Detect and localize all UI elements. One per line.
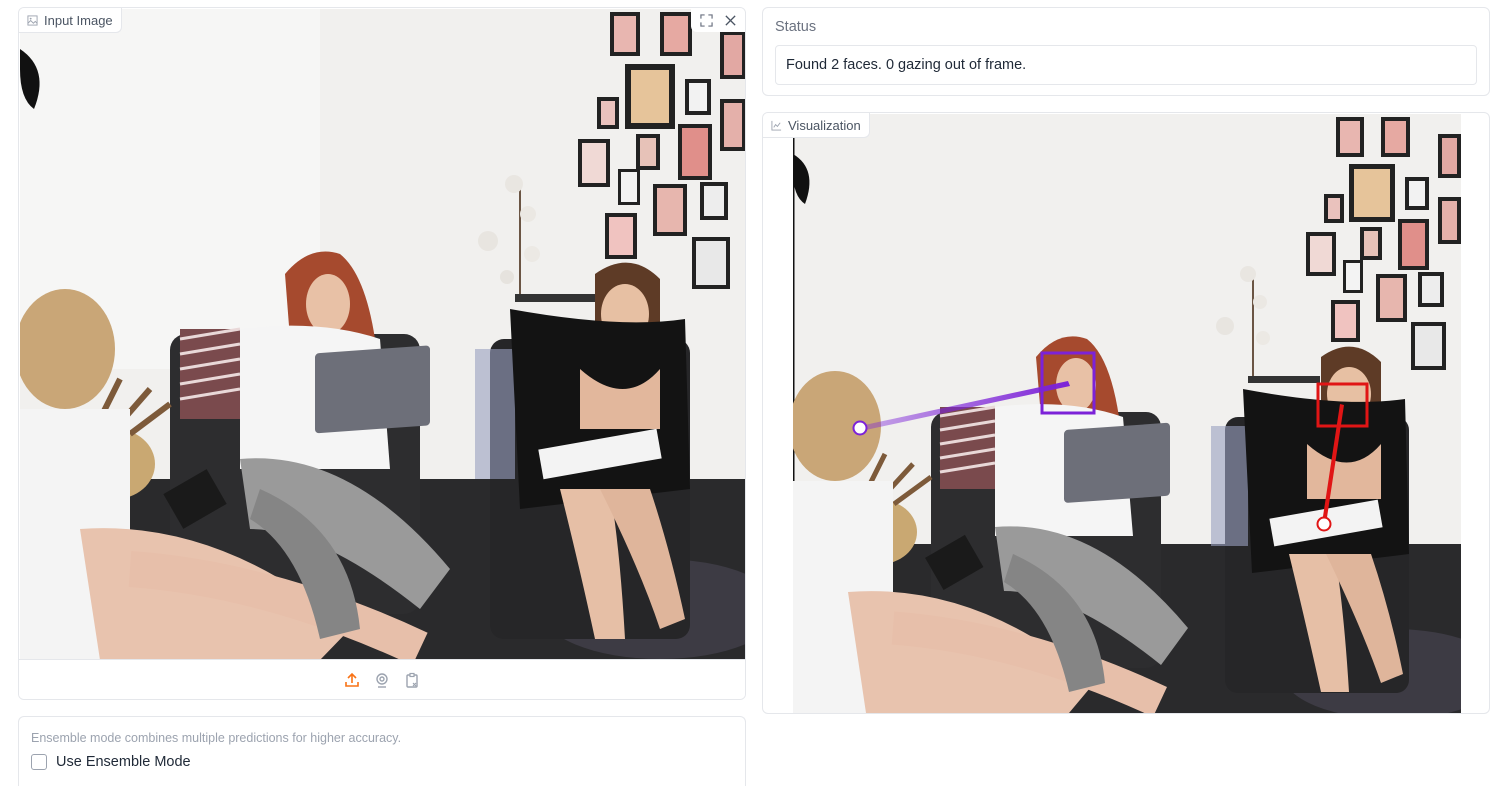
image-toolbar [691,8,745,32]
visualization-photo [793,114,1461,713]
close-icon [724,14,736,26]
status-title: Status [775,19,817,35]
visualization-panel: Visualization [762,112,1490,714]
ensemble-mode-checkbox[interactable] [31,754,47,770]
fullscreen-button[interactable] [695,9,717,31]
clear-image-button[interactable] [719,9,741,31]
input-image-label: Input Image [19,8,122,33]
status-text: Found 2 faces. 0 gazing out of frame. [786,57,1027,73]
clipboard-icon [406,672,418,688]
ensemble-mode-checkbox-row[interactable]: Use Ensemble Mode [31,754,191,770]
chart-icon [771,120,782,131]
input-photo [20,9,745,660]
status-textbox[interactable]: Found 2 faces. 0 gazing out of frame. [775,45,1477,85]
input-image-panel: Input Image [18,7,746,700]
image-source-bar [19,659,745,699]
clipboard-source-button[interactable] [402,670,422,690]
gaze-target-red [1316,516,1332,532]
upload-icon [345,672,359,687]
upload-source-button[interactable] [342,670,362,690]
webcam-icon [376,672,388,688]
ensemble-panel: Ensemble mode combines multiple predicti… [18,716,746,786]
fullscreen-icon [699,13,713,27]
input-image-label-text: Input Image [44,12,113,28]
gaze-target-purple [852,420,868,436]
image-icon [27,14,38,26]
webcam-source-button[interactable] [372,670,392,690]
visualization-image [793,114,1461,713]
visualization-label-text: Visualization [788,117,861,133]
ensemble-info-text: Ensemble mode combines multiple predicti… [31,731,402,745]
ensemble-mode-label: Use Ensemble Mode [56,754,191,770]
input-image[interactable] [20,9,745,660]
visualization-label: Visualization [763,113,870,138]
status-panel: Status Found 2 faces. 0 gazing out of fr… [762,7,1490,96]
